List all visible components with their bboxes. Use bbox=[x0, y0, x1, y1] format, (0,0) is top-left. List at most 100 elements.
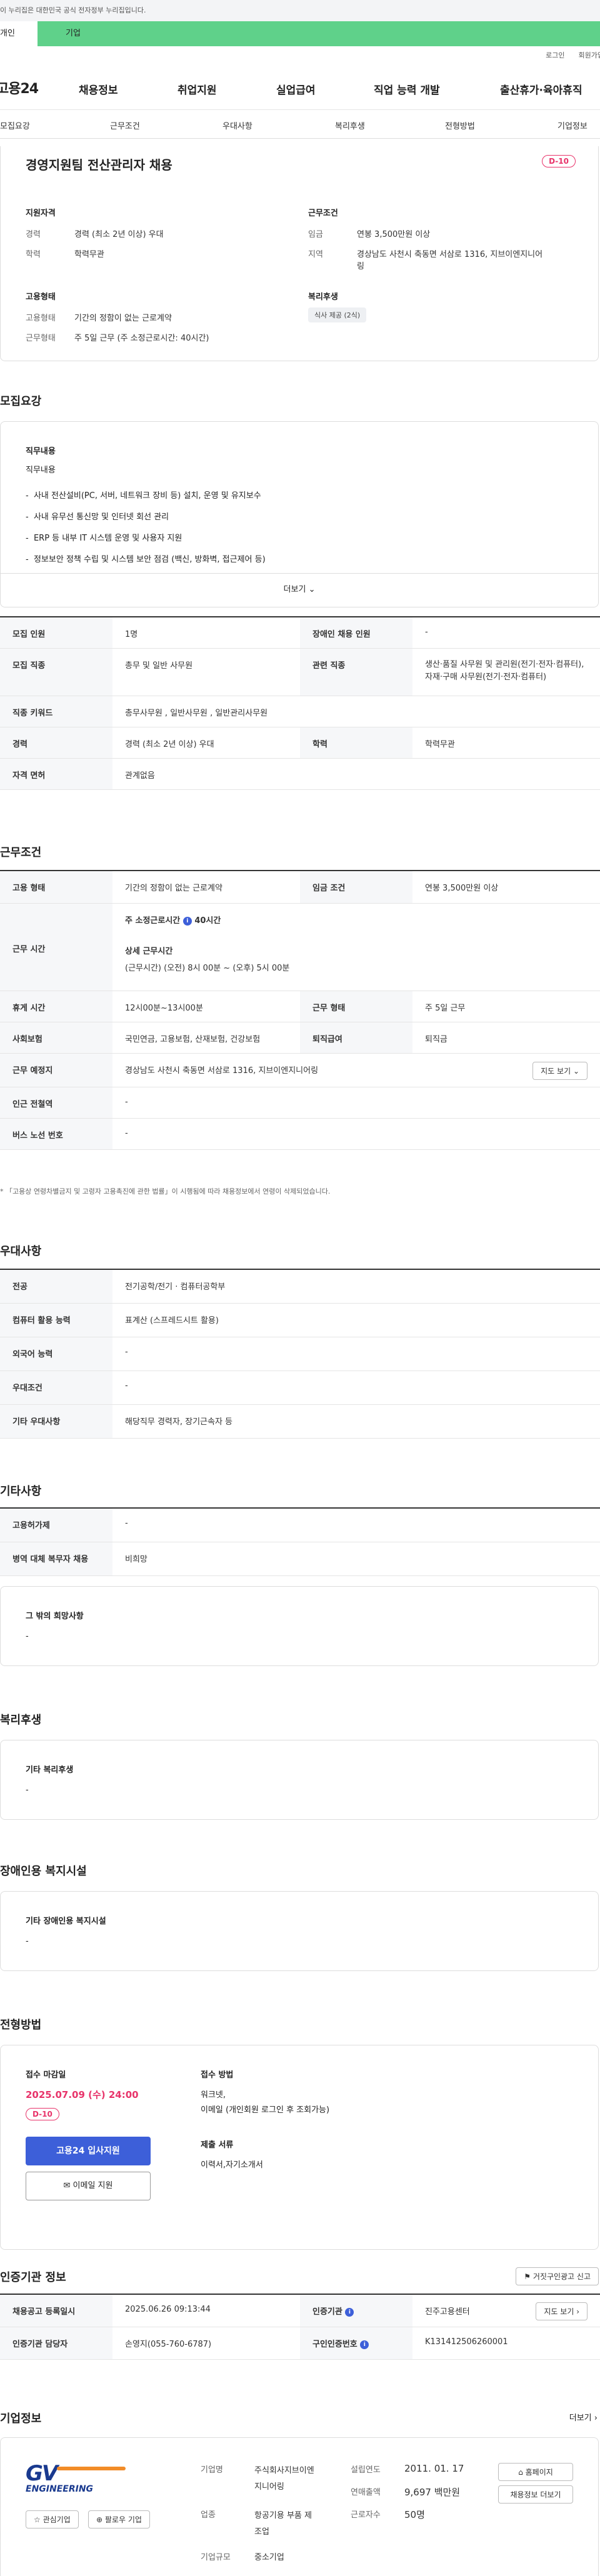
row-value: - bbox=[125, 1097, 128, 1107]
disability-title: 장애인용 복지시설 bbox=[0, 1865, 87, 1878]
hours-value: 주 소정근로시간 i 40시간 상세 근무시간 (근무시간) (오전) 8시 0… bbox=[125, 916, 290, 973]
emp-label: 고용형태 bbox=[26, 314, 56, 323]
company-more-link[interactable]: 더보기 › bbox=[569, 2411, 598, 2423]
row-value: 연봉 3,500만원 이상 bbox=[425, 884, 499, 893]
row-header: 기타 우대사항 bbox=[0, 1405, 112, 1438]
duty-item: - 사내 유무선 통신망 및 인터넷 회선 관리 bbox=[26, 512, 169, 522]
gov-banner: 이 누리집은 대한민국 공식 전자정부 누리집입니다. bbox=[0, 0, 600, 21]
tab-company[interactable]: 기업 bbox=[38, 21, 600, 46]
conditions-heading: 근무조건 bbox=[308, 209, 338, 218]
docs-value: 이력서,자기소개서 bbox=[201, 2160, 263, 2170]
duty-subheading: 직무내용 bbox=[26, 466, 56, 475]
row-header: 학력 bbox=[300, 727, 412, 758]
row-value: - bbox=[125, 1519, 128, 1528]
tab-personal[interactable]: 개인 bbox=[0, 21, 38, 46]
qualification-heading: 지원자격 bbox=[26, 209, 56, 218]
gnb-leave[interactable]: 출산휴가·육아휴직 bbox=[500, 81, 582, 97]
docs-heading: 제출 서류 bbox=[201, 2140, 234, 2150]
row-header: 인증기관 담당자 bbox=[0, 2327, 112, 2359]
method-value-2: 이메일 (개인회원 로그인 후 조회가능) bbox=[201, 2105, 330, 2115]
row-value: 손영지(055-760-6787) bbox=[125, 2340, 212, 2349]
row-header: 인근 전철역 bbox=[0, 1087, 112, 1118]
region-value: 경상남도 사천시 축동면 서삼로 1316, 지브이엔지니어 링 bbox=[357, 250, 543, 271]
map-button[interactable]: 지도 보기 ⌄ bbox=[532, 1062, 588, 1080]
company-jobs-button[interactable]: 채용정보 더보기 bbox=[498, 2485, 573, 2504]
info-icon[interactable]: i bbox=[345, 2307, 354, 2317]
row-header: 인증기관 i bbox=[300, 2295, 412, 2327]
row-value: 경상남도 사천시 축동면 서삼로 1316, 지브이엔지니어링 bbox=[125, 1066, 319, 1076]
login-link[interactable]: 로그인 bbox=[546, 50, 564, 60]
row-header: 휴게 시간 bbox=[0, 991, 112, 1022]
other-wish-value: - bbox=[26, 1632, 29, 1641]
conditions-table: 고용 형태 기간의 정함이 없는 근로계약 임금 조건 연봉 3,500만원 이상 근… bbox=[0, 870, 600, 1150]
company-name-label: 기업명 bbox=[201, 2465, 223, 2475]
join-link[interactable]: 회원가입 bbox=[579, 50, 600, 60]
subnav-welfare[interactable]: 복리후생 bbox=[335, 119, 365, 131]
homepage-button[interactable]: ⌂ 홈페이지 bbox=[498, 2463, 573, 2481]
company-size-label: 기업규모 bbox=[201, 2553, 231, 2562]
more-button[interactable]: 더보기 ⌄ bbox=[1, 573, 598, 607]
employees-label: 근로자수 bbox=[351, 2510, 381, 2520]
deadline-value: 2025.07.09 (수) 24:00 bbox=[26, 2089, 139, 2100]
duty-item: - 사내 전산설비(PC, 서버, 네트워크 장비 등) 설치, 운영 및 유지… bbox=[26, 491, 261, 501]
cert-title: 인증기관 정보 bbox=[0, 2271, 66, 2284]
sales-value: 9,697 백만원 bbox=[404, 2487, 461, 2498]
info-icon[interactable]: i bbox=[182, 916, 192, 926]
edu-value: 학력무관 bbox=[74, 250, 104, 259]
recruit-table: 모집 인원 1명 장애인 채용 인원 - 모집 직종 총무 및 일반 사무원 관련 직종 생… bbox=[0, 616, 600, 790]
row-header: 장애인 채용 인원 bbox=[300, 617, 412, 648]
gnb-unemployment-benefit[interactable]: 실업급여 bbox=[276, 81, 316, 97]
pref-table: 전공 전기공학/전기 · 컴퓨터공학부 컴퓨터 활용 능력 표계산 (스프레드시트 … bbox=[0, 1269, 600, 1439]
email-apply-button[interactable]: ✉ 이메일 지원 bbox=[26, 2172, 151, 2200]
row-value: 퇴직금 bbox=[425, 1035, 448, 1044]
row-value: - bbox=[425, 627, 428, 637]
row-header: 채용공고 등록일시 bbox=[0, 2295, 112, 2327]
etc-table: 고용허가제 - 병역 대체 복무자 채용 비희망 bbox=[0, 1507, 600, 1576]
welfare-tag: 식사 제공 (2식) bbox=[308, 307, 367, 322]
gnb-vocational-training[interactable]: 직업 능력 개발 bbox=[374, 81, 440, 97]
edu-label: 학력 bbox=[26, 250, 41, 259]
site-logo[interactable]: 고용24 bbox=[0, 77, 39, 97]
welfare-box-value: - bbox=[26, 1785, 29, 1795]
emp-value: 기간의 정함이 없는 근로계약 bbox=[74, 314, 172, 323]
row-value: 해당직무 경력자, 장기근속자 등 bbox=[125, 1417, 233, 1427]
row-header: 모집 인원 bbox=[0, 617, 112, 648]
favorite-company-button[interactable]: ☆ 관심기업 bbox=[26, 2510, 79, 2529]
follow-company-button[interactable]: ⊕ 팔로우 기업 bbox=[88, 2510, 150, 2529]
screening-title: 전형방법 bbox=[0, 2019, 42, 2032]
company-title: 기업정보 bbox=[0, 2412, 42, 2425]
employees-value: 50명 bbox=[404, 2509, 425, 2520]
established-label: 설립연도 bbox=[351, 2465, 381, 2475]
row-value: 총무 및 일반 사무원 bbox=[125, 661, 193, 671]
sales-label: 연매출액 bbox=[351, 2488, 381, 2497]
subnav-screening[interactable]: 전형방법 bbox=[445, 119, 475, 131]
age-notice: * 「고용상 연령차별금지 및 고령자 고용촉진에 관한 법률」이 시행됨에 따… bbox=[0, 1187, 331, 1196]
false-ad-report-button[interactable]: ⚑ 거짓구인광고 신고 bbox=[516, 2267, 599, 2285]
job-title: 경영지원팀 전산관리자 채용 bbox=[26, 157, 172, 172]
employment-type-heading: 고용형태 bbox=[26, 292, 56, 302]
career-label: 경력 bbox=[26, 230, 41, 239]
career-value: 경력 (최소 2년 이상) 우대 bbox=[74, 230, 164, 239]
cert-map-button[interactable]: 지도 보기 › bbox=[536, 2302, 588, 2320]
duty-item: - 정보보안 정책 수립 및 시스템 보안 점검 (백신, 방화벽, 접근제어 … bbox=[26, 555, 266, 564]
subnav-conditions[interactable]: 근무조건 bbox=[110, 119, 140, 131]
apply-button[interactable]: 고용24 입사지원 bbox=[26, 2137, 151, 2165]
summary-card: 경영지원팀 전산관리자 채용 D-10 지원자격 경력 경력 (최소 2년 이상… bbox=[0, 146, 599, 361]
screening-dday-badge: D-10 bbox=[26, 2108, 59, 2120]
gnb-employment-support[interactable]: 취업지원 bbox=[178, 81, 217, 97]
subnav-preferences[interactable]: 우대사항 bbox=[222, 119, 252, 131]
row-header: 컴퓨터 활용 능력 bbox=[0, 1304, 112, 1337]
subnav-company[interactable]: 기업정보 bbox=[558, 119, 588, 131]
row-value: 관계없음 bbox=[125, 771, 155, 781]
row-header: 사회보험 bbox=[0, 1022, 112, 1053]
disability-card: 기타 장애인용 복지시설 - bbox=[0, 1891, 599, 1971]
pref-title: 우대사항 bbox=[0, 1245, 42, 1258]
gnb-jobs[interactable]: 채용정보 bbox=[79, 81, 118, 97]
row-header: 자격 면허 bbox=[0, 759, 112, 789]
info-icon[interactable]: i bbox=[360, 2340, 369, 2349]
industry-value: 항공기용 부품 제 조업 bbox=[254, 2511, 312, 2537]
subnav-recruit[interactable]: 모집요강 bbox=[0, 119, 30, 131]
work-label: 근무형태 bbox=[26, 334, 56, 343]
wage-value: 연봉 3,500만원 이상 bbox=[357, 230, 431, 239]
row-value: 비희망 bbox=[125, 1555, 148, 1564]
